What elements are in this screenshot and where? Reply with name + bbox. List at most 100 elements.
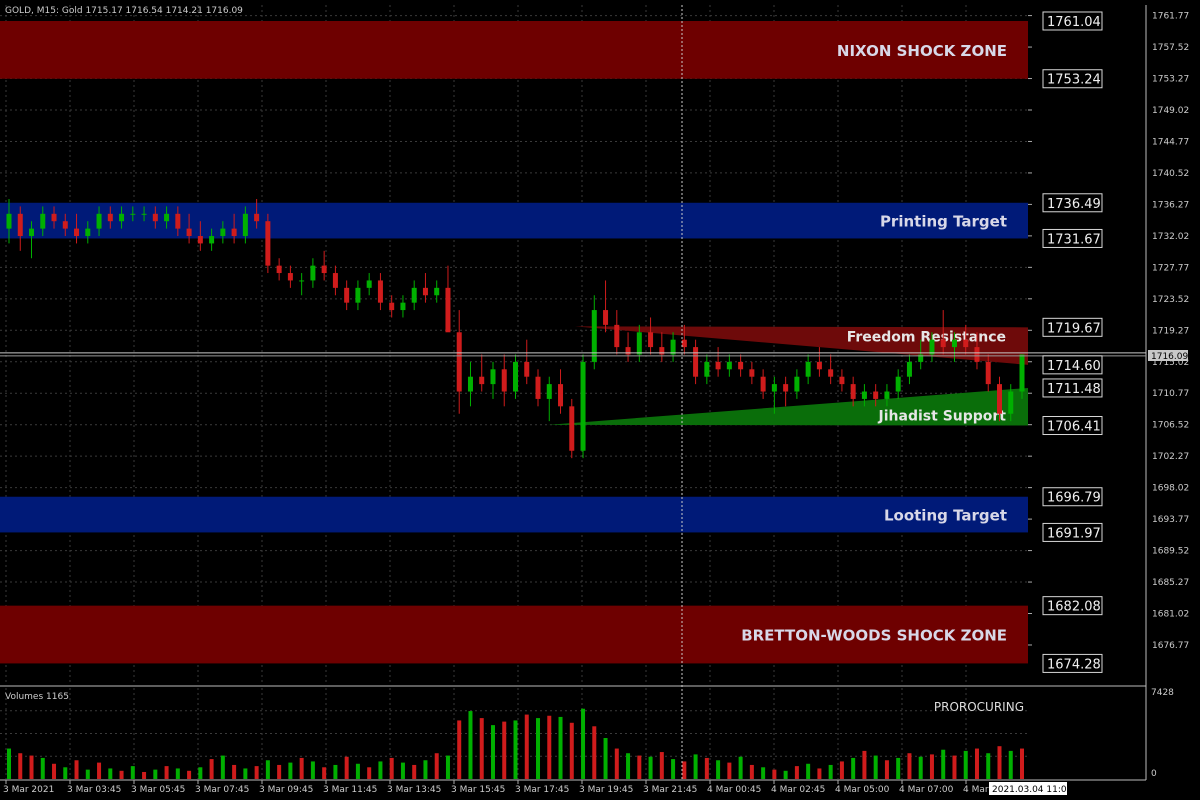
volume-bar — [142, 771, 147, 779]
volume-bar — [400, 762, 405, 779]
level-price-label: 1731.67 — [1047, 232, 1101, 247]
volume-bar — [322, 767, 327, 779]
volume-bar — [524, 714, 529, 779]
candle-body — [963, 339, 969, 348]
candle-body — [726, 361, 732, 370]
x-tick-label: 3 Mar 13:45 — [387, 785, 441, 795]
volume-bar — [592, 726, 597, 779]
candle-body — [310, 265, 316, 281]
candle-body — [299, 280, 305, 282]
volume-bar — [198, 767, 203, 779]
x-tick-label: 3 Mar 03:45 — [67, 785, 121, 795]
candle-body — [366, 280, 372, 288]
candle-body — [254, 213, 260, 222]
volume-bar — [839, 761, 844, 779]
y-tick-label: 1698.02 — [1152, 484, 1189, 494]
candle-body — [580, 361, 586, 451]
volume-bar — [659, 752, 664, 779]
volume-bar — [727, 762, 732, 779]
x-tick-label: 3 Mar 05:45 — [131, 785, 185, 795]
candle-body — [715, 361, 721, 370]
candle-body — [873, 391, 879, 399]
zone-label: Printing Target — [880, 213, 1007, 231]
candle-body — [422, 287, 428, 296]
candle-body — [186, 228, 192, 237]
volume-bar — [232, 764, 237, 779]
volume-bar — [648, 756, 653, 779]
candle-body — [1019, 354, 1025, 392]
volume-bar — [18, 753, 23, 779]
candle-body — [771, 384, 777, 392]
zone-blue — [0, 496, 1028, 533]
volume-bar — [175, 768, 180, 779]
x-tick-label: 4 Mar 00:45 — [707, 785, 761, 795]
volume-bar — [716, 760, 721, 779]
trading-chart[interactable]: NIXON SHOCK ZONE Printing Target Looting T… — [0, 0, 1200, 800]
candle-body — [400, 302, 406, 311]
indicator-text: PROROCURING — [934, 700, 1024, 714]
candle-body — [74, 228, 80, 237]
candle-body — [119, 213, 125, 222]
y-tick-label: 1740.52 — [1152, 169, 1189, 179]
candle-body — [490, 369, 496, 385]
x-tick-label: 4 Mar — [963, 785, 989, 795]
candle-body — [17, 213, 23, 237]
level-price-label: 1696.79 — [1047, 491, 1101, 506]
zone-label: Looting Target — [884, 507, 1007, 525]
candle-body — [659, 347, 665, 355]
candle-body — [524, 361, 530, 377]
x-tick-label: 3 Mar 07:45 — [195, 785, 249, 795]
volume-bar — [761, 767, 766, 779]
volume-bar — [569, 722, 574, 779]
candle-body — [276, 265, 282, 274]
volume-bar — [187, 770, 192, 779]
volume-bar — [536, 718, 541, 779]
y-tick-label: 1706.52 — [1152, 421, 1189, 431]
candle-body — [670, 339, 676, 355]
candle-body — [434, 287, 440, 296]
candle-body — [535, 376, 541, 399]
candle-body — [974, 347, 980, 362]
candle-body — [389, 302, 395, 311]
volume-bar — [164, 766, 169, 779]
y-tick-label: 1749.02 — [1152, 106, 1189, 116]
candle-body — [175, 213, 181, 229]
volume-label: Volumes 1165 — [5, 692, 69, 702]
volume-bar — [693, 754, 698, 779]
volume-bar — [108, 768, 113, 779]
y-tick-label: 1719.27 — [1152, 326, 1189, 336]
volume-bar — [479, 718, 484, 779]
candle-body — [141, 213, 147, 215]
candle-body — [456, 332, 462, 392]
volume-bar — [851, 757, 856, 779]
volume-bar — [74, 760, 79, 779]
candle-body — [85, 228, 91, 237]
candle-body — [513, 361, 518, 392]
chart-header: GOLD, M15: Gold 1715.17 1716.54 1714.21 … — [5, 6, 243, 16]
candle-body — [591, 310, 597, 362]
candle-body — [558, 384, 564, 407]
volume-bar — [490, 725, 495, 779]
volume-bar — [434, 753, 439, 779]
volume-bar — [952, 755, 957, 779]
candle-body — [96, 213, 102, 229]
volume-bar — [749, 764, 754, 779]
candle-body — [884, 391, 890, 399]
candle-body — [783, 384, 789, 392]
volume-bar — [1020, 748, 1024, 779]
level-price-label: 1714.60 — [1047, 359, 1101, 374]
volume-bar — [626, 753, 631, 779]
level-price-label: 1706.41 — [1047, 420, 1101, 435]
x-tick-label: 4 Mar 05:00 — [835, 785, 890, 795]
candle-body — [40, 213, 46, 229]
level-price-label: 1736.49 — [1047, 197, 1101, 212]
volume-bar — [581, 708, 586, 779]
candle-body — [861, 391, 867, 399]
x-tick-label: 3 Mar 2021 — [3, 785, 54, 795]
y-tick-label: 1732.02 — [1152, 232, 1189, 242]
y-tick-label: 1727.77 — [1152, 263, 1189, 273]
volume-bar — [614, 748, 619, 779]
candle-body — [681, 339, 687, 348]
level-price-label: 1753.24 — [1047, 73, 1101, 88]
volume-bar — [63, 767, 68, 779]
